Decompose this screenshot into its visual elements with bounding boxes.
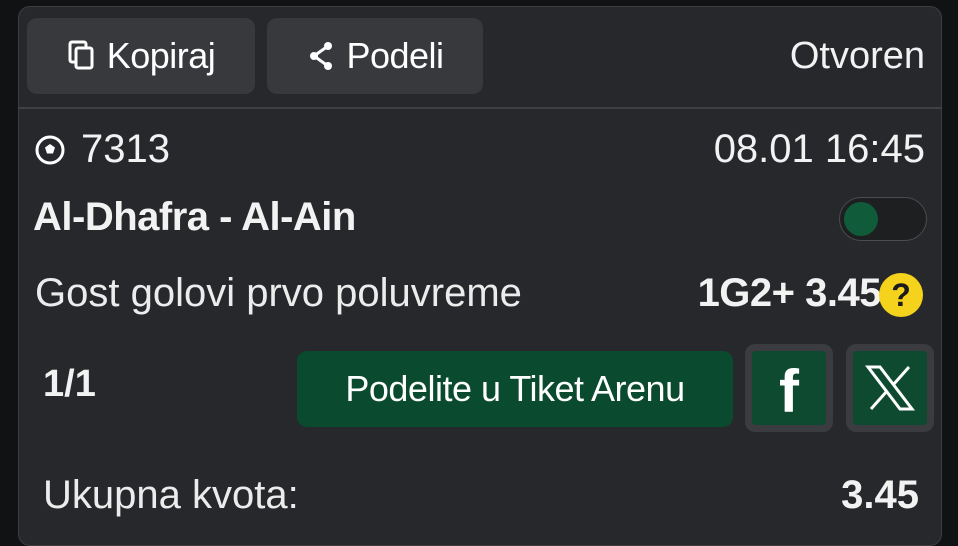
facebook-icon: f — [779, 357, 799, 425]
share-label: Podeli — [346, 35, 444, 76]
copy-button[interactable]: Kopiraj — [27, 18, 255, 94]
event-code-row: 7313 — [35, 127, 170, 172]
divider — [19, 107, 941, 109]
match-name: Al-Dhafra - Al-Ain — [33, 195, 356, 239]
x-logo-icon — [864, 365, 916, 411]
x-button[interactable] — [846, 344, 934, 432]
ticket-status: Otvoren — [789, 35, 925, 77]
facebook-button[interactable]: f — [745, 344, 833, 432]
copy-label: Kopiraj — [106, 35, 216, 76]
event-code: 7313 — [81, 127, 170, 171]
ticket-card: Kopiraj Podeli Otvoren 7313 08.01 16:45 … — [18, 6, 942, 546]
soccer-ball-icon — [35, 135, 65, 164]
market-name: Gost golovi prvo poluvreme — [35, 271, 522, 315]
copy-icon — [68, 40, 94, 70]
share-arena-button[interactable]: Podelite u Tiket Arenu — [297, 351, 733, 427]
share-icon — [310, 42, 333, 70]
share-button[interactable]: Podeli — [267, 18, 483, 94]
question-icon[interactable]: ? — [879, 273, 923, 317]
event-toggle[interactable] — [839, 197, 927, 241]
pick-odds: 1G2+ 3.45 — [697, 271, 882, 315]
total-odds-value: 3.45 — [841, 473, 919, 517]
ticket-count: 1/1 — [43, 363, 96, 405]
toggle-knob — [844, 202, 878, 236]
total-odds-label: Ukupna kvota: — [43, 473, 299, 517]
event-datetime: 08.01 16:45 — [713, 127, 925, 171]
